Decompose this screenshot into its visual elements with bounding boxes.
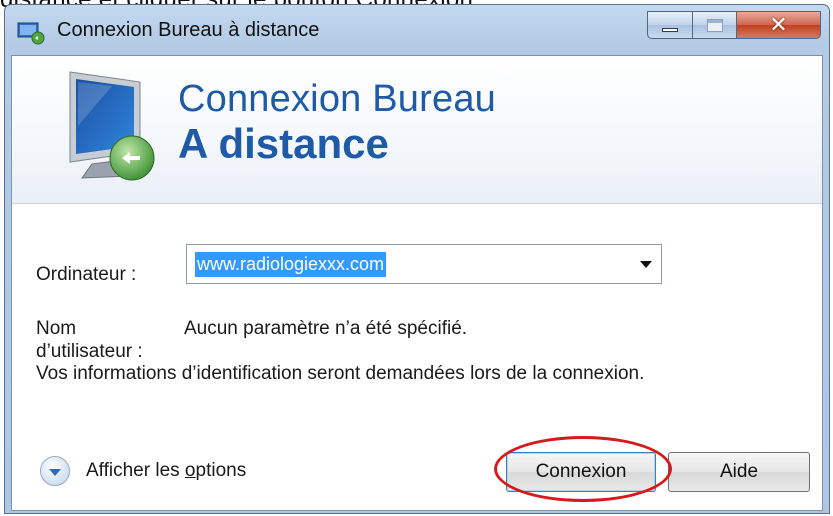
- computer-input[interactable]: www.radiologiexxx.com: [195, 252, 387, 277]
- chevron-down-icon: [49, 469, 61, 476]
- minimize-button[interactable]: [647, 11, 693, 39]
- show-options-label[interactable]: Afficher les options: [86, 460, 246, 482]
- computer-combobox[interactable]: www.radiologiexxx.com: [186, 244, 662, 284]
- title-bar[interactable]: Connexion Bureau à distance ✕: [5, 5, 829, 55]
- window-title: Connexion Bureau à distance: [57, 19, 320, 41]
- rdp-window: Connexion Bureau à distance ✕ Connexion …: [4, 4, 830, 514]
- maximize-button[interactable]: [693, 11, 737, 39]
- username-value: Aucun paramètre n’a été spécifié.: [184, 318, 468, 339]
- computer-label: Ordinateur :: [36, 264, 137, 285]
- monitor-connection-icon: [69, 71, 155, 181]
- caption-buttons: ✕: [647, 11, 821, 39]
- banner-title-line2: A distance: [178, 120, 389, 167]
- header-banner: Connexion Bureau A distance: [12, 56, 822, 204]
- credentials-info-text: Vos informations d’identification seront…: [36, 363, 645, 384]
- banner-title-line1: Connexion Bureau: [178, 78, 496, 120]
- username-label-line1: Nom: [36, 318, 77, 339]
- close-button[interactable]: ✕: [737, 11, 821, 39]
- minimize-icon: [662, 28, 678, 32]
- expand-options-icon[interactable]: [40, 456, 70, 486]
- dialog-client-area: Connexion Bureau A distance Ordinateur :…: [11, 55, 823, 511]
- close-icon: ✕: [769, 12, 788, 38]
- annotation-circle: [494, 436, 672, 502]
- show-options-toggle[interactable]: Afficher les options: [40, 456, 246, 486]
- remote-desktop-app-icon: [17, 22, 45, 45]
- dropdown-button[interactable]: [631, 245, 661, 283]
- maximize-icon: [706, 18, 723, 32]
- help-button[interactable]: Aide: [668, 452, 810, 492]
- username-label-line2: d’utilisateur :: [36, 341, 143, 362]
- dropdown-arrow-icon: [640, 260, 652, 268]
